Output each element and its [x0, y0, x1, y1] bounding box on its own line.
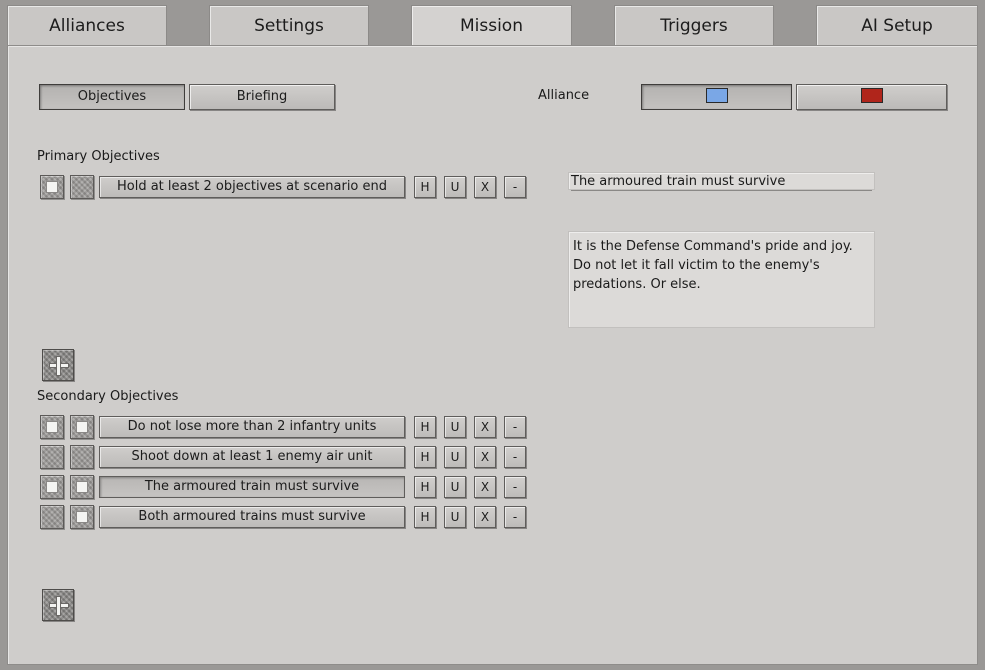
checkbox-mark-icon	[76, 421, 88, 433]
x-toggle-button[interactable]: X	[474, 506, 496, 528]
remove-objective-button[interactable]: -	[504, 416, 526, 438]
unit-toggle-button[interactable]: U	[444, 506, 466, 528]
tab-ai-setup[interactable]: AI Setup	[816, 5, 978, 45]
objectives-subtab-button[interactable]: Objectives	[39, 84, 185, 110]
checkbox-mark-icon	[76, 481, 88, 493]
x-toggle-button[interactable]: X	[474, 416, 496, 438]
x-toggle-button[interactable]: X	[474, 476, 496, 498]
secondary-objective-checkbox[interactable]	[40, 505, 64, 529]
unit-toggle-button[interactable]: U	[444, 176, 466, 198]
red-alliance-swatch	[860, 88, 883, 103]
remove-objective-button[interactable]: -	[504, 176, 526, 198]
alliance-label: Alliance	[538, 88, 590, 103]
unit-toggle-button[interactable]: U	[444, 416, 466, 438]
secondary-objective-toggle[interactable]	[70, 415, 94, 439]
secondary-objective-checkbox[interactable]	[40, 475, 64, 499]
add-primary-objective-button[interactable]	[42, 349, 74, 381]
primary-objective-button[interactable]: Hold at least 2 objectives at scenario e…	[99, 176, 405, 198]
x-toggle-button[interactable]: X	[474, 446, 496, 468]
secondary-objectives-heading: Secondary Objectives	[37, 389, 179, 404]
secondary-objective-button[interactable]: The armoured train must survive	[99, 476, 405, 498]
x-toggle-button[interactable]: X	[474, 176, 496, 198]
remove-objective-button[interactable]: -	[504, 476, 526, 498]
checkbox-mark-icon	[76, 511, 88, 523]
tab-settings[interactable]: Settings	[209, 5, 369, 45]
hidden-toggle-button[interactable]: H	[414, 446, 436, 468]
remove-objective-button[interactable]: -	[504, 446, 526, 468]
objective-description-text: It is the Defense Command's pride and jo…	[573, 239, 853, 292]
tab-triggers[interactable]: Triggers	[614, 5, 774, 45]
alliance-blue-button[interactable]	[641, 84, 792, 110]
tab-alliances[interactable]: Alliances	[7, 5, 167, 45]
remove-objective-button[interactable]: -	[504, 506, 526, 528]
tab-mission[interactable]: Mission	[411, 5, 572, 47]
unit-toggle-button[interactable]: U	[444, 446, 466, 468]
checkbox-mark-icon	[46, 481, 58, 493]
hidden-toggle-button[interactable]: H	[414, 416, 436, 438]
primary-objective-checkbox[interactable]	[40, 175, 64, 199]
primary-objective-toggle[interactable]	[70, 175, 94, 199]
secondary-objective-toggle[interactable]	[70, 475, 94, 499]
secondary-objective-button[interactable]: Do not lose more than 2 infantry units	[99, 416, 405, 438]
hidden-toggle-button[interactable]: H	[414, 176, 436, 198]
blue-alliance-swatch	[705, 88, 728, 103]
alliance-red-button[interactable]	[796, 84, 947, 110]
secondary-objective-button[interactable]: Both armoured trains must survive	[99, 506, 405, 528]
secondary-objective-toggle[interactable]	[70, 445, 94, 469]
objective-description-field[interactable]: It is the Defense Command's pride and jo…	[568, 231, 875, 328]
secondary-objective-toggle[interactable]	[70, 505, 94, 529]
hidden-toggle-button[interactable]: H	[414, 506, 436, 528]
briefing-subtab-button[interactable]: Briefing	[189, 84, 335, 110]
secondary-objective-checkbox[interactable]	[40, 415, 64, 439]
checkbox-mark-icon	[46, 181, 58, 193]
hidden-toggle-button[interactable]: H	[414, 476, 436, 498]
objective-title-value: The armoured train must survive	[571, 174, 872, 191]
primary-objectives-heading: Primary Objectives	[37, 149, 160, 164]
secondary-objective-checkbox[interactable]	[40, 445, 64, 469]
checkbox-mark-icon	[46, 421, 58, 433]
mission-panel	[7, 45, 978, 665]
unit-toggle-button[interactable]: U	[444, 476, 466, 498]
add-secondary-objective-button[interactable]	[42, 589, 74, 621]
secondary-objective-button[interactable]: Shoot down at least 1 enemy air unit	[99, 446, 405, 468]
objective-title-field[interactable]: The armoured train must survive	[568, 172, 875, 191]
